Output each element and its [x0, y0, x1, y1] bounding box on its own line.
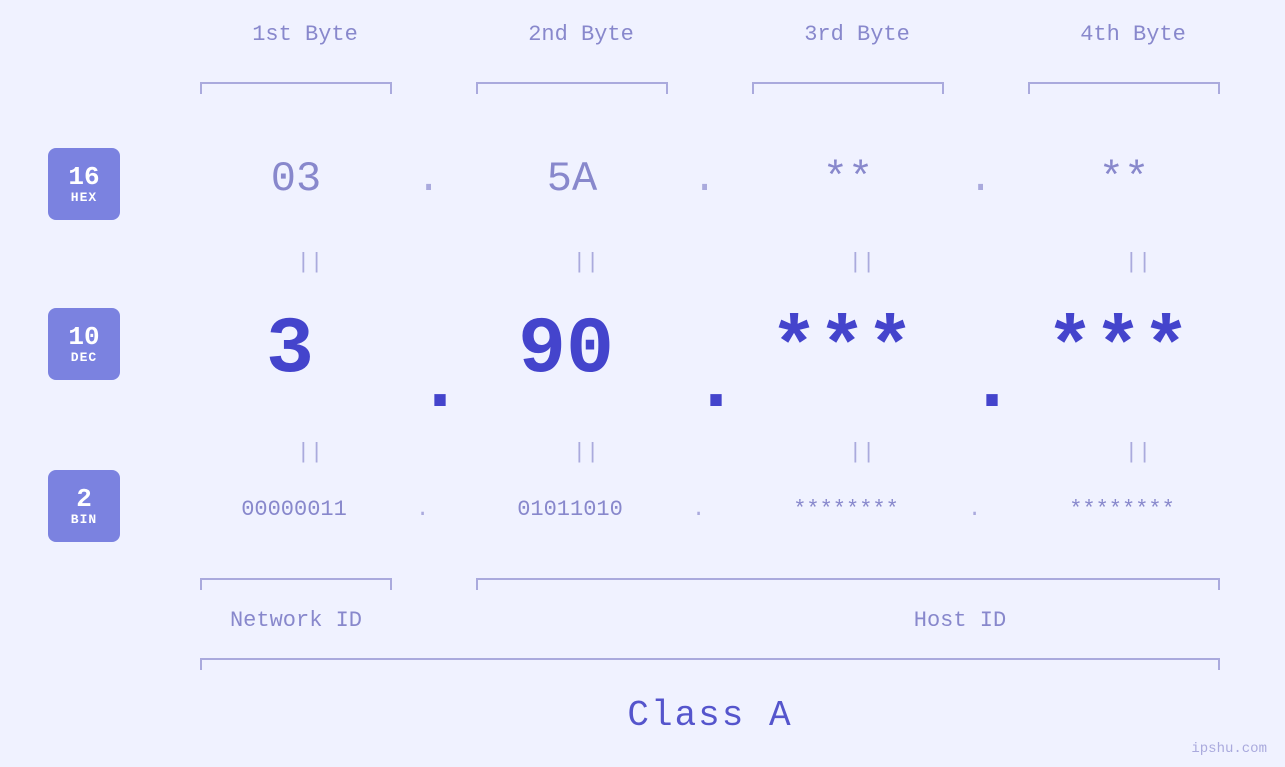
badge-dec: 10 DEC [48, 308, 120, 380]
badge-dec-label: DEC [71, 350, 97, 365]
bracket-top-2 [476, 82, 668, 84]
badge-bin-num: 2 [76, 486, 92, 512]
bracket-top-4 [1028, 82, 1220, 84]
dot-hex-2: . [692, 155, 717, 203]
equals-db-2: || [556, 440, 616, 465]
bracket-bottom-net [200, 578, 392, 580]
equals-hd-1: || [280, 250, 340, 275]
badge-hex: 16 HEX [48, 148, 120, 220]
bracket-outer [200, 658, 1220, 660]
col2-header: 2nd Byte [476, 22, 686, 47]
badge-hex-num: 16 [68, 164, 99, 190]
bin-val-2: 01011010 [461, 497, 679, 522]
equals-hd-4: || [1108, 250, 1168, 275]
equals-hd-3: || [832, 250, 892, 275]
bin-val-3: ******** [737, 497, 955, 522]
dec-val-3: *** [737, 305, 947, 396]
bracket-top-3 [752, 82, 944, 84]
equals-db-4: || [1108, 440, 1168, 465]
watermark: ipshu.com [1191, 741, 1267, 757]
hex-val-1: 03 [200, 155, 392, 203]
hex-val-4: ** [1028, 155, 1220, 203]
bracket-top-1 [200, 82, 392, 84]
col4-header: 4th Byte [1028, 22, 1238, 47]
label-network-id: Network ID [200, 608, 392, 633]
label-class-a: Class A [200, 695, 1220, 736]
dot-hex-1: . [416, 155, 441, 203]
badge-dec-num: 10 [68, 324, 99, 350]
equals-db-1: || [280, 440, 340, 465]
bracket-bottom-host [476, 578, 1220, 580]
dot-dec-1: . [416, 340, 464, 431]
col1-header: 1st Byte [200, 22, 410, 47]
hex-val-2: 5A [476, 155, 668, 203]
dec-val-1: 3 [185, 305, 395, 396]
equals-hd-2: || [556, 250, 616, 275]
dot-bin-3: . [968, 497, 981, 522]
bin-val-4: ******** [1013, 497, 1231, 522]
dot-dec-2: . [692, 340, 740, 431]
dec-val-4: *** [1013, 305, 1223, 396]
dot-bin-1: . [416, 497, 429, 522]
label-host-id: Host ID [700, 608, 1220, 633]
badge-bin-label: BIN [71, 512, 97, 527]
badge-hex-label: HEX [71, 190, 97, 205]
dot-bin-2: . [692, 497, 705, 522]
badge-bin: 2 BIN [48, 470, 120, 542]
hex-val-3: ** [752, 155, 944, 203]
col3-header: 3rd Byte [752, 22, 962, 47]
equals-db-3: || [832, 440, 892, 465]
main-container: 16 HEX 10 DEC 2 BIN 1st Byte 2nd Byte 3r… [0, 0, 1285, 767]
dec-val-2: 90 [461, 305, 671, 396]
dot-hex-3: . [968, 155, 993, 203]
dot-dec-3: . [968, 340, 1016, 431]
bin-val-1: 00000011 [185, 497, 403, 522]
